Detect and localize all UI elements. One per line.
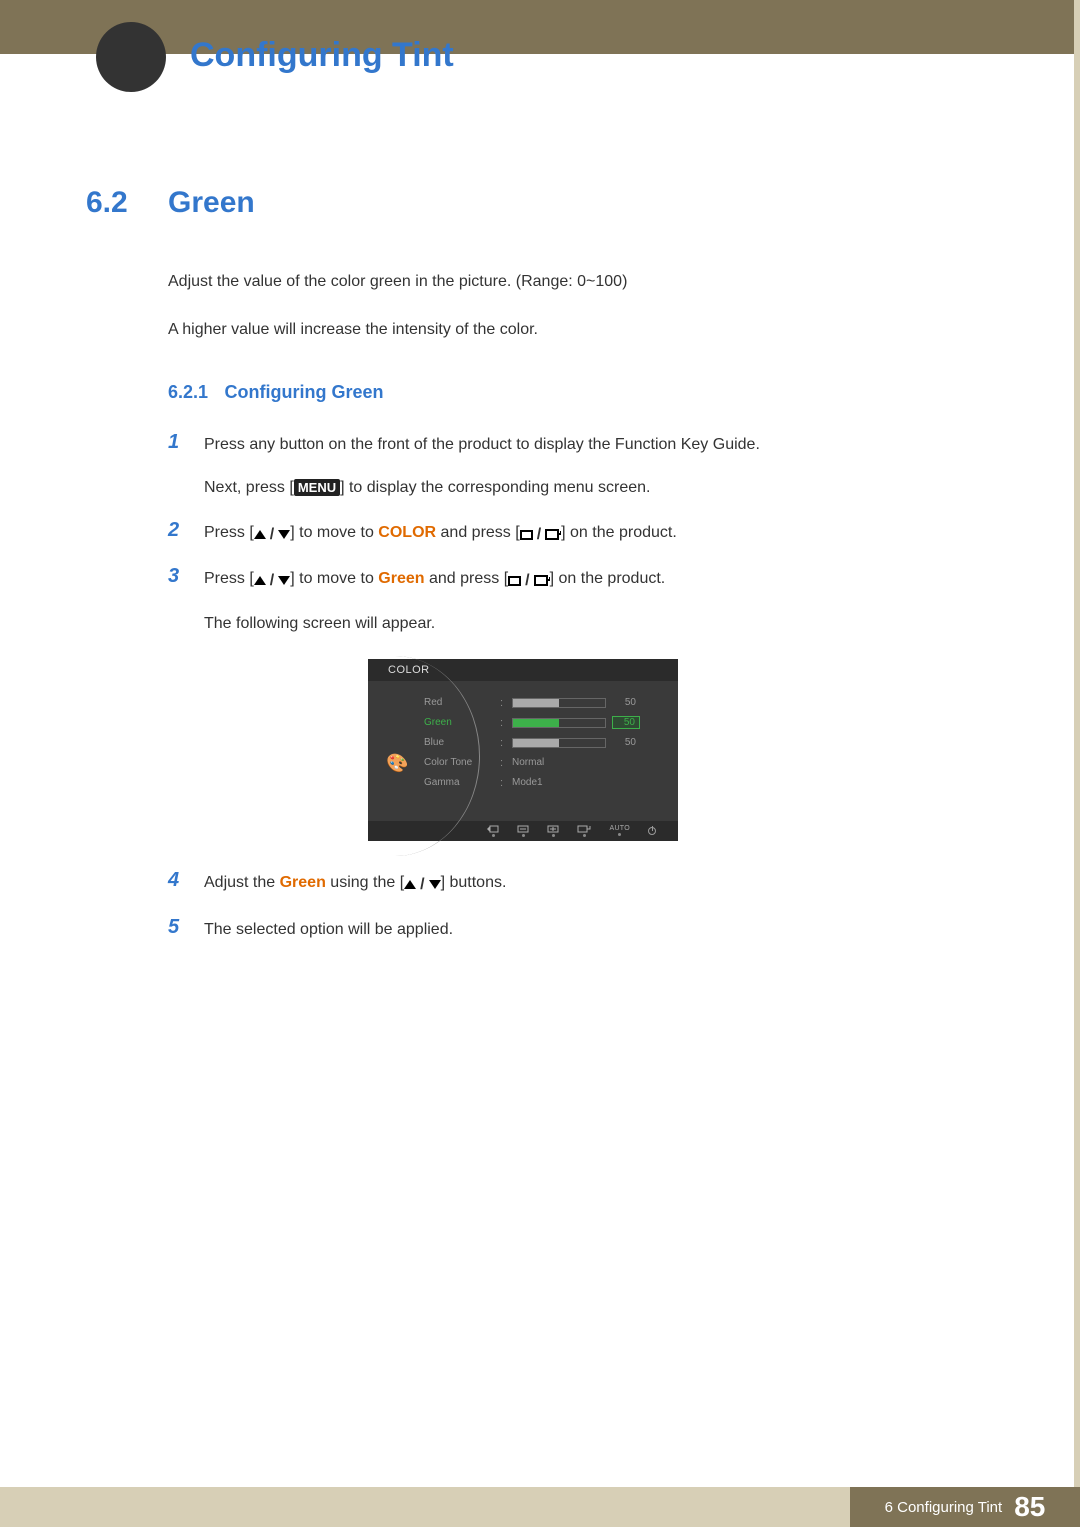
- step-2: 2 Press [/] to move to COLOR and press […: [168, 519, 986, 550]
- text-fragment: Adjust the: [204, 874, 280, 891]
- select-enter-icon: /: [508, 567, 549, 596]
- intro-paragraph-1: Adjust the value of the color green in t…: [168, 270, 986, 294]
- section-title: Green: [168, 186, 255, 220]
- text-fragment: ] to move to: [290, 570, 378, 587]
- step-3-subtext: The following screen will appear.: [204, 610, 665, 639]
- step-5: 5 The selected option will be applied.: [168, 916, 986, 945]
- up-down-arrow-icon: /: [254, 567, 290, 596]
- subsection-title: Configuring Green: [225, 382, 384, 402]
- step-text: The selected option will be applied.: [204, 916, 453, 945]
- osd-value-text: Mode1: [512, 777, 543, 788]
- osd-colon: :: [500, 757, 506, 769]
- osd-slider-green: [512, 718, 606, 728]
- text-fragment: ] to move to: [290, 524, 378, 541]
- osd-colon: :: [500, 737, 506, 749]
- up-down-arrow-icon: /: [404, 871, 440, 900]
- chapter-title: Configuring Tint: [190, 36, 454, 75]
- step-text: Adjust the Green using the [/] buttons.: [204, 869, 506, 900]
- osd-value: 50: [612, 697, 640, 708]
- step-1-line-a: Press any button on the front of the pro…: [204, 436, 760, 453]
- menu-key-icon: MENU: [294, 479, 340, 496]
- up-down-arrow-icon: /: [254, 521, 290, 550]
- osd-back-icon: [487, 825, 499, 837]
- step-text: Press [/] to move to COLOR and press [/]…: [204, 519, 677, 550]
- footer-page-number: 85: [1014, 1491, 1045, 1523]
- step-number: 3: [168, 565, 186, 639]
- text-fragment: and press [: [425, 570, 509, 587]
- footer-chapter-ref: 6 Configuring Tint: [885, 1499, 1003, 1516]
- page-footer: 6 Configuring Tint 85: [0, 1487, 1080, 1527]
- step-1-line-b-post: ] to display the corresponding menu scre…: [340, 479, 650, 496]
- osd-power-icon: [648, 827, 656, 835]
- osd-minus-icon: [517, 825, 529, 837]
- osd-value: 50: [612, 716, 640, 729]
- right-edge-strip: [1074, 0, 1080, 1527]
- osd-value: 50: [612, 737, 640, 748]
- subsection-number: 6.2.1: [168, 382, 208, 402]
- text-fragment: ] buttons.: [441, 874, 507, 891]
- text-fragment: ] on the product.: [561, 524, 677, 541]
- osd-auto-label: AUTO: [609, 825, 630, 836]
- chapter-badge: [96, 22, 166, 92]
- section-intro: Adjust the value of the color green in t…: [168, 270, 986, 342]
- text-fragment: Press [: [204, 524, 254, 541]
- section-number: 6.2: [86, 186, 140, 220]
- osd-plus-icon: [547, 825, 559, 837]
- subsection-heading: 6.2.1 Configuring Green: [168, 382, 986, 403]
- text-fragment: Press [: [204, 570, 254, 587]
- palette-icon: 🎨: [386, 753, 408, 774]
- text-fragment: using the [: [326, 874, 404, 891]
- keyword-color: COLOR: [378, 524, 436, 541]
- osd-slider-blue: [512, 738, 606, 748]
- osd-colon: :: [500, 777, 506, 789]
- osd-value-text: Normal: [512, 757, 544, 768]
- intro-paragraph-2: A higher value will increase the intensi…: [168, 318, 986, 342]
- step-4: 4 Adjust the Green using the [/] buttons…: [168, 869, 986, 900]
- step-number: 2: [168, 519, 186, 550]
- select-enter-icon: /: [520, 521, 561, 550]
- step-text: Press [/] to move to Green and press [/]…: [204, 565, 665, 639]
- step-1-line-b-pre: Next, press [: [204, 479, 294, 496]
- step-1: 1 Press any button on the front of the p…: [168, 431, 986, 503]
- osd-colon: :: [500, 697, 506, 709]
- section-heading: 6.2 Green: [86, 186, 986, 220]
- keyword-green: Green: [378, 570, 424, 587]
- step-number: 1: [168, 431, 186, 503]
- step-number: 4: [168, 869, 186, 900]
- text-fragment: and press [: [436, 524, 520, 541]
- osd-enter-icon: [577, 825, 591, 837]
- osd-colon: :: [500, 717, 506, 729]
- keyword-green: Green: [280, 874, 326, 891]
- osd-slider-red: [512, 698, 606, 708]
- osd-panel: COLOR 🎨 Red : 50 Green :: [368, 659, 678, 841]
- step-text: Press any button on the front of the pro…: [204, 431, 760, 503]
- step-number: 5: [168, 916, 186, 945]
- text-fragment: ] on the product.: [550, 570, 666, 587]
- step-3: 3 Press [/] to move to Green and press […: [168, 565, 986, 639]
